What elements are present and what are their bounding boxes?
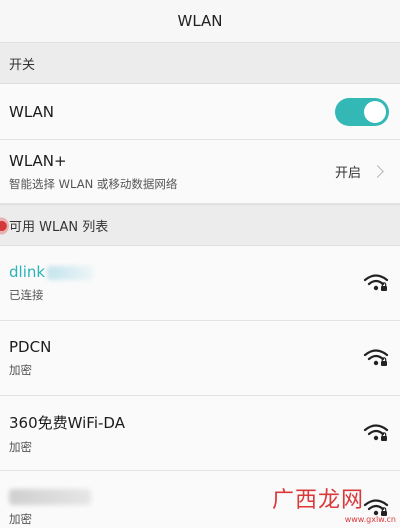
wlan-toggle-row[interactable]: WLAN <box>0 84 400 140</box>
chevron-right-icon <box>371 165 384 178</box>
network-status: 加密 <box>9 363 32 377</box>
network-name: dlink <box>9 263 94 281</box>
network-item-text: dlink 已连接 <box>9 263 94 303</box>
watermark-logo: 广西龙网 <box>271 488 364 513</box>
toggle-knob <box>364 100 386 123</box>
wifi-locked-icon <box>363 274 389 291</box>
section-header-label: 可用 WLAN 列表 <box>9 219 109 235</box>
network-item[interactable]: PDCN 加密 <box>0 321 400 396</box>
wlan-plus-text: WLAN+ 智能选择 WLAN 或移动数据网络 <box>9 152 177 192</box>
wlan-row-text: WLAN <box>9 103 54 121</box>
wlan-plus-row[interactable]: WLAN+ 智能选择 WLAN 或移动数据网络 开启 <box>0 140 400 204</box>
page-title: WLAN <box>177 12 223 30</box>
section-header-switch: 开关 <box>0 42 400 84</box>
network-item[interactable]: dlink 已连接 <box>0 246 400 321</box>
wlan-plus-subtitle: 智能选择 WLAN 或移动数据网络 <box>9 176 178 191</box>
page-title-bar: WLAN <box>0 0 400 42</box>
network-status: 加密 <box>9 512 32 526</box>
wifi-locked-icon <box>363 349 389 366</box>
network-item-text: PDCN 加密 <box>9 338 51 378</box>
redaction-blur <box>47 265 94 280</box>
wlan-label: WLAN <box>9 102 55 121</box>
section-header-available: 可用 WLAN 列表 <box>0 204 400 246</box>
network-item[interactable]: 360免费WiFi-DA 加密 <box>0 396 400 471</box>
section-header-label: 开关 <box>9 57 36 73</box>
network-item-text: 360免费WiFi-DA 加密 <box>9 412 125 455</box>
network-status: 已连接 <box>9 288 44 302</box>
red-dot-marker <box>0 217 9 235</box>
network-name: PDCN <box>9 338 52 356</box>
network-name-text: dlink <box>9 263 46 281</box>
wlan-plus-label: WLAN+ <box>9 151 67 170</box>
network-item-text: 加密 <box>9 489 91 527</box>
wlan-plus-status: 开启 <box>334 166 361 181</box>
network-status: 加密 <box>9 439 32 454</box>
wifi-locked-icon <box>363 424 389 441</box>
redaction-blur <box>9 489 91 505</box>
watermark-url: www.gxlw.cn <box>344 515 396 524</box>
wlan-toggle-switch[interactable] <box>335 97 389 126</box>
network-name: 360免费WiFi-DA <box>9 413 125 432</box>
